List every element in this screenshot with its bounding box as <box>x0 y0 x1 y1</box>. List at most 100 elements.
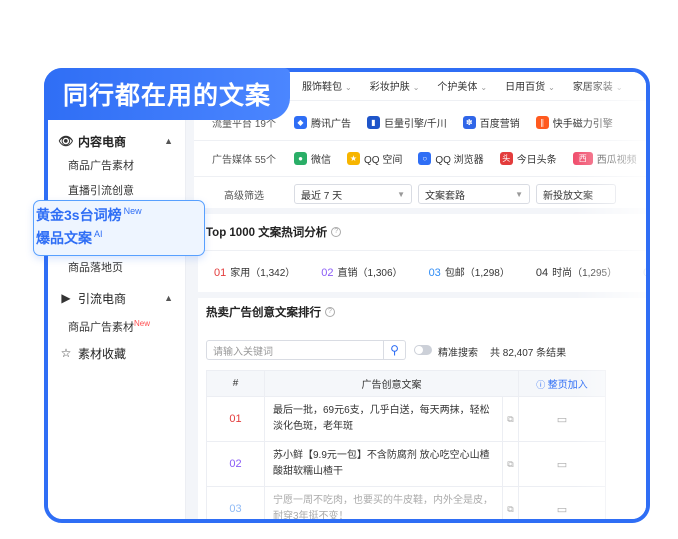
sidebar-item-product-ads[interactable]: 商品广告素材 <box>48 154 185 179</box>
help-icon[interactable]: ? <box>331 227 342 237</box>
date-select[interactable]: 最近 7 天 ▼ <box>294 184 412 204</box>
media-wechat[interactable]: ● 微信 <box>294 151 331 166</box>
chevron-down-icon: ⌄ <box>615 83 623 92</box>
category-item[interactable]: 个护美体 ⌄ <box>437 78 487 93</box>
table-row[interactable]: 02 苏小鲜【9.9元一包】不含防腐剂 放心吃空心山楂 酸甜软糯山楂干 ⧉ ▭ <box>206 441 606 487</box>
category-item[interactable]: 日用百货 ⌄ <box>505 78 555 93</box>
chevron-up-icon[interactable]: ▲ <box>164 293 173 303</box>
result-count: 共 82,407 条结果 <box>490 348 567 359</box>
sidebar-section-favorites[interactable]: ☆ 素材收藏 <box>48 340 185 366</box>
new-badge: New <box>134 319 151 328</box>
video-icon: ▶ <box>61 291 71 305</box>
copy-icon[interactable]: ⧉ <box>502 441 519 487</box>
sidebar-item-label: 商品广告素材 <box>68 321 134 334</box>
row-rank: 03 <box>206 486 265 519</box>
sidebar-section-label: 素材收藏 <box>78 346 127 361</box>
hot-word-item[interactable]: 04 时尚（1,295） <box>536 264 617 279</box>
ocean-engine-icon: ▮ <box>367 115 380 129</box>
sidebar-item-golden-3s[interactable]: 黄金3s台词榜 New <box>36 205 142 225</box>
category-item[interactable]: 家居家装 ⌄ <box>573 78 623 93</box>
row-rank: 02 <box>206 441 265 487</box>
precise-search-label: 精准搜索 <box>438 348 478 359</box>
new-badge: New <box>123 206 142 217</box>
row-text: 苏小鲜【9.9元一包】不含防腐剂 放心吃空心山楂 酸甜软糯山楂干 <box>264 441 503 487</box>
add-page-button[interactable]: ⓘ 整页加入 <box>518 370 606 397</box>
advanced-label: 高级筛选 <box>224 190 264 202</box>
app-window: 👁 内容电商 ▲ 商品广告素材 直播引流创意 商品落地页 ▶ 引流电商 ▲ 商品… <box>44 68 650 523</box>
sidebar-section-label: 引流电商 <box>78 291 127 306</box>
sidebar-item-hot-copy[interactable]: 爆品文案 AI <box>36 228 103 248</box>
media-qq-browser[interactable]: ○ QQ 浏览器 <box>418 151 484 166</box>
media-toutiao[interactable]: 头今日头条 <box>499 151 557 166</box>
main-content: 服饰鞋包 ⌄ 彩妆护肤 ⌄ 个护美体 ⌄ 日用百货 ⌄ 家居家装 ⌄ 流量平台 19个 ◆… <box>194 72 646 519</box>
media-row: 广告媒体 55个 ● 微信 ★ QQ 空间 ○ QQ 浏览器 头今日头条 西西瓜视频 <box>194 142 646 174</box>
copy-icon[interactable]: ⧉ <box>502 396 519 442</box>
table-row[interactable]: 01 最后一批，69元6支，几乎白送，每天两抹，轻松淡化色斑，老年斑 ⧉ ▭ <box>206 396 606 442</box>
help-icon[interactable]: ? <box>325 307 335 317</box>
row-rank: 01 <box>206 396 265 442</box>
tencent-ads-icon: ◆ <box>294 115 307 129</box>
chevron-down-icon: ⌄ <box>480 83 488 92</box>
help-icon: ⓘ <box>536 380 548 390</box>
sidebar-item-landing-page[interactable]: 商品落地页 <box>48 256 185 281</box>
hot-words-panel: Top 1000 文案热词分析? 01 家用（1,342） 02 直销（1,306）… <box>198 214 646 292</box>
platform-tencent[interactable]: ◆ 腾讯广告 <box>294 115 351 130</box>
chevron-down-icon: ⌄ <box>548 83 555 92</box>
page-title: 同行都在用的文案 <box>44 68 290 120</box>
hot-words-title: Top 1000 文案热词分析? <box>206 224 342 240</box>
kuaishou-icon: ∥ <box>535 115 549 129</box>
search-input[interactable]: 请输入关键词 <box>206 340 384 360</box>
copy-icon[interactable]: ⧉ <box>502 486 519 519</box>
chevron-up-icon[interactable]: ▲ <box>164 136 173 146</box>
sidebar-section-content-ecommerce[interactable]: 👁 内容电商 ▲ <box>48 128 185 154</box>
table-row[interactable]: 03 宁愿一周不吃肉，也要买的牛皮鞋，内外全是皮，耐穿3年挺不变！ ⧉ ▭ <box>206 486 606 519</box>
baidu-icon: ✽ <box>462 115 476 129</box>
sidebar-item-label: 商品落地页 <box>68 262 123 274</box>
media-label: 广告媒体 55个 <box>212 154 276 166</box>
chevron-down-icon: ⌄ <box>345 83 352 92</box>
column-header-text: 广告创意文案 <box>264 370 519 397</box>
platform-ocean-engine[interactable]: ▮ 巨量引擎/千川 <box>367 115 447 130</box>
sidebar-item-product-ads-2[interactable]: 商品广告素材New <box>48 311 185 336</box>
wechat-icon: ● <box>294 151 307 165</box>
search-icon[interactable]: ⚲ <box>384 340 406 360</box>
precise-search-toggle[interactable] <box>414 345 432 355</box>
sidebar-section-traffic-ecommerce[interactable]: ▶ 引流电商 ▲ <box>48 285 185 311</box>
hot-words-list: 01 家用（1,342） 02 直销（1,306） 03 包邮（1,298） 04 时尚… <box>214 264 646 279</box>
qzone-icon: ★ <box>347 151 360 165</box>
add-to-folder-icon[interactable]: ▭ <box>518 486 606 519</box>
sidebar-section-label: 内容电商 <box>78 134 127 149</box>
ai-badge: AI <box>94 229 103 240</box>
sidebar: 👁 内容电商 ▲ 商品广告素材 直播引流创意 商品落地页 ▶ 引流电商 ▲ 商品… <box>48 120 186 519</box>
hot-word-item[interactable]: 01 家用（1,342） <box>214 264 295 279</box>
star-icon: ☆ <box>60 346 72 360</box>
chevron-down-icon: ▼ <box>397 189 405 199</box>
hot-word-item[interactable]: 02 直销（1,306） <box>321 264 402 279</box>
advanced-row: 高级筛选 最近 7 天 ▼ 文案套路 ▼ 新投放文案 <box>194 178 622 210</box>
toutiao-icon: 头 <box>499 151 513 165</box>
category-item[interactable]: 服饰鞋包 ⌄ <box>302 78 352 93</box>
media-qzone[interactable]: ★ QQ 空间 <box>347 151 402 166</box>
qq-browser-icon: ○ <box>418 151 432 165</box>
category-item[interactable]: 彩妆护肤 ⌄ <box>370 78 420 93</box>
ranking-panel: 热卖广告创意文案排行? 请输入关键词 ⚲ 精准搜索 共 82,407 条结果 #… <box>198 298 646 519</box>
chevron-down-icon: ⌄ <box>412 83 420 92</box>
column-header-rank: # <box>206 370 265 397</box>
row-text: 最后一批，69元6支，几乎白送，每天两抹，轻松淡化色斑，老年斑 <box>264 396 503 442</box>
hot-word-item[interactable]: 03 包邮（1,298） <box>429 264 510 279</box>
xigua-icon: 西 <box>572 151 593 165</box>
add-to-folder-icon[interactable]: ▭ <box>518 441 606 487</box>
copy-type-select[interactable]: 文案套路 ▼ <box>418 184 530 204</box>
platform-baidu[interactable]: ✽ 百度营销 <box>462 115 520 130</box>
row-text: 宁愿一周不吃肉，也要买的牛皮鞋，内外全是皮，耐穿3年挺不变！ <box>264 486 503 519</box>
hot-word-item[interactable]: 05时 <box>643 264 646 279</box>
ranking-title: 热卖广告创意文案排行? <box>206 304 335 320</box>
sidebar-item-label: 商品广告素材 <box>68 160 134 172</box>
media-xigua[interactable]: 西西瓜视频 <box>572 151 637 166</box>
eye-icon: 👁 <box>58 134 74 148</box>
platform-kuaishou[interactable]: ∥ 快手磁力引擎 <box>535 115 613 130</box>
chevron-down-icon: ▼ <box>515 189 523 199</box>
add-to-folder-icon[interactable]: ▭ <box>518 396 606 442</box>
category-row: 服饰鞋包 ⌄ 彩妆护肤 ⌄ 个护美体 ⌄ 日用百货 ⌄ 家居家装 ⌄ <box>302 78 623 93</box>
new-copy-select[interactable]: 新投放文案 <box>536 184 616 204</box>
